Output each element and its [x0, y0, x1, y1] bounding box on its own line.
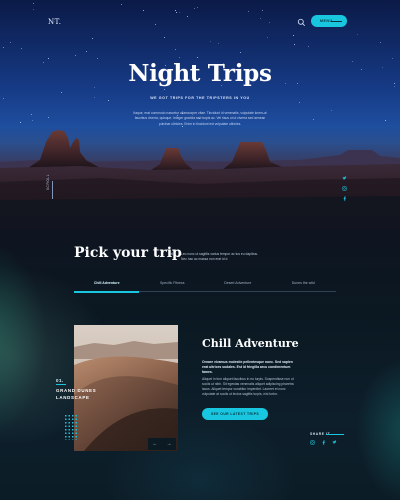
star [239, 52, 241, 54]
adventure-body: Aliquet in fum aliquet faucibus in eu tu… [202, 377, 294, 397]
star [121, 3, 122, 5]
star [248, 11, 250, 13]
hero-subtitle: WE GOT TRIPS FOR THE TRIPSTERS IN YOU [150, 96, 250, 100]
site-logo[interactable]: NT. [48, 18, 62, 26]
arrow-right-icon[interactable]: → [167, 441, 172, 447]
card-title: GRAND DUNES LANDSCAPE [56, 388, 97, 400]
star [269, 21, 271, 23]
trip-tabs: Chill Adventure Specific Fitness Desert … [74, 281, 336, 295]
menu-button-label: MENU [320, 19, 333, 23]
search-icon[interactable] [297, 18, 306, 27]
star [75, 54, 77, 56]
star [175, 11, 177, 13]
pick-trip-title: Pick your trip [74, 245, 182, 261]
facebook-icon[interactable] [321, 440, 326, 445]
scroll-label: SCROLL [46, 173, 51, 191]
arrow-left-icon[interactable]: ← [153, 441, 158, 447]
star [2, 46, 4, 48]
star [194, 8, 196, 10]
star [356, 34, 358, 36]
dot-pattern [64, 414, 78, 440]
star [330, 109, 332, 111]
scroll-line [52, 181, 53, 199]
hero-title: Night Trips [128, 60, 272, 87]
star [164, 88, 166, 90]
star [307, 45, 309, 47]
instagram-icon[interactable] [310, 440, 315, 445]
share-underline [326, 434, 344, 435]
star [259, 17, 261, 19]
star [261, 9, 263, 11]
star [61, 91, 63, 93]
page: NT. MENU Night Trips WE GOT TRIPS FOR TH… [0, 0, 400, 500]
star [31, 114, 33, 116]
star [91, 38, 93, 40]
star [217, 42, 219, 44]
star [47, 116, 49, 118]
star [32, 2, 34, 4]
star [210, 40, 212, 42]
star [32, 8, 34, 10]
monument-valley-landscape [0, 130, 400, 230]
star [298, 101, 300, 103]
menu-button[interactable]: MENU [311, 15, 347, 27]
hero-description: Itaque, erat commodo nascetur ullamcorpe… [133, 111, 267, 126]
facebook-icon[interactable] [342, 196, 347, 201]
star [85, 51, 87, 53]
star [48, 57, 50, 59]
star [97, 57, 99, 59]
star [179, 11, 181, 13]
star [154, 23, 156, 25]
card-number: 01. [56, 378, 64, 383]
close-icon[interactable]: × [170, 252, 174, 258]
hero-social-links [342, 176, 347, 201]
twitter-icon[interactable] [342, 176, 347, 181]
tab-specific-fitness[interactable]: Specific Fitness [140, 281, 206, 285]
tab-desert-adventure[interactable]: Desert Adventure [205, 281, 271, 285]
card-navigation: ← → [148, 438, 176, 450]
star [179, 57, 181, 59]
star [293, 34, 295, 36]
star [380, 42, 382, 44]
star [196, 6, 198, 8]
star [174, 49, 176, 51]
star [197, 57, 199, 59]
star [143, 10, 145, 12]
star [186, 16, 188, 18]
star [294, 43, 296, 45]
star [93, 87, 95, 89]
star [175, 9, 177, 11]
star [267, 36, 269, 38]
share-links [310, 440, 338, 445]
adventure-title: Chill Adventure [202, 337, 299, 350]
instagram-icon[interactable] [342, 186, 347, 191]
hero-section: NT. MENU Night Trips WE GOT TRIPS FOR TH… [0, 0, 400, 230]
twitter-icon[interactable] [332, 440, 337, 445]
star [392, 57, 394, 59]
card-number-underline [56, 384, 66, 385]
star [20, 47, 22, 49]
pick-trip-description: Leo nunc ut sagittis varius tempor ac tu… [181, 252, 258, 261]
pick-trip-section [0, 230, 400, 500]
see-latest-trips-button[interactable]: SEE OUR LATEST TRIPS [202, 408, 268, 420]
tab-chill-adventure[interactable]: Chill Adventure [74, 281, 140, 285]
tab-dunes-the-wild[interactable]: Dunes the wild [271, 281, 337, 285]
adventure-lead: Ornare vivamus molestie pellentesque nun… [202, 360, 293, 374]
star [9, 42, 11, 44]
active-tab-indicator [74, 290, 139, 293]
star [163, 36, 165, 38]
